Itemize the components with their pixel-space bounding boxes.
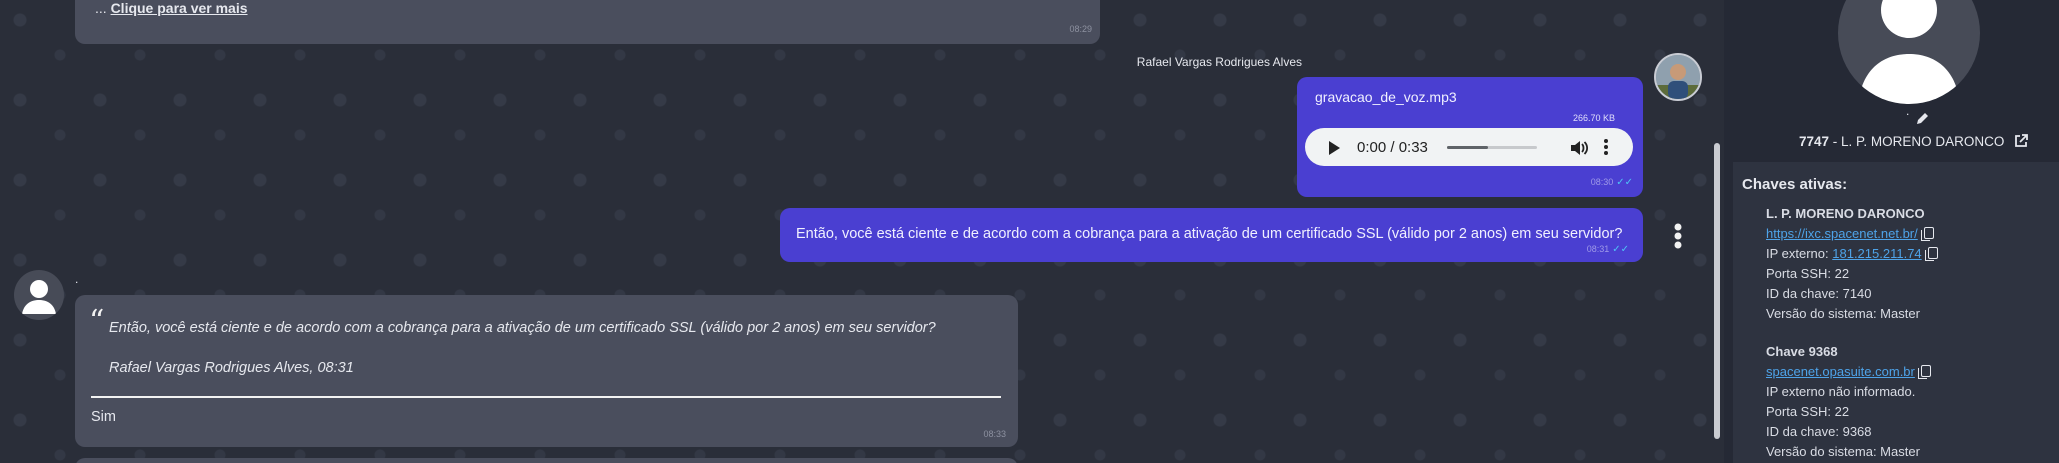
audio-message-bubble: gravacao_de_voz.mp3 266.70 KB 0:00 / 0:3… — [1297, 77, 1643, 197]
copy-icon[interactable] — [1920, 227, 1934, 241]
contact-avatar — [14, 270, 64, 320]
question-timestamp: 08:31 — [1586, 244, 1610, 254]
question-message-bubble: Então, você está ciente e de acordo com … — [780, 208, 1643, 262]
key-ip: IP externo não informado. — [1766, 384, 1916, 399]
audio-time: 0:00 / 0:33 — [1357, 139, 1428, 156]
message-bubble-previous: ... Clique para ver mais 08:29 — [75, 0, 1100, 44]
key-ssh-port: Porta SSH: 22 — [1766, 266, 1850, 281]
sender-name: Rafael Vargas Rodrigues Alves — [1136, 55, 1302, 69]
reply-message-bubble: “ Então, você está ciente e de acordo co… — [75, 295, 1018, 447]
client-separator: - — [1829, 134, 1842, 149]
message-time: 08:29 — [1069, 24, 1092, 34]
quote-icon: “ — [89, 304, 105, 339]
quote-author: Rafael Vargas Rodrigues Alves, 08:31 — [109, 360, 354, 376]
audio-player: 0:00 / 0:33 — [1305, 128, 1633, 166]
key-id: ID da chave: 7140 — [1766, 286, 1872, 301]
contact-sidebar: . 7747 - L. P. MORENO DARONCO Chaves ati… — [1724, 0, 2059, 463]
key-url: spacenet.opasuite.com.br — [1766, 364, 1931, 379]
quote-divider — [91, 396, 1001, 398]
edit-photo-icon[interactable] — [1915, 112, 1929, 126]
key-url-link[interactable]: https://ixc.spacenet.net.br/ — [1766, 226, 1918, 241]
quote-text: Então, você está ciente e de acordo com … — [109, 320, 936, 336]
ip-link[interactable]: 181.215.211.74 — [1832, 246, 1921, 261]
client-id: 7747 — [1799, 134, 1830, 149]
audio-filename: gravacao_de_voz.mp3 — [1315, 89, 1457, 105]
key-ip: IP externo: 181.215.211.74 — [1766, 246, 1938, 261]
copy-icon[interactable] — [1924, 247, 1938, 261]
audio-timestamp: 08:30 — [1590, 177, 1614, 187]
audio-filesize: 266.70 KB — [1572, 113, 1615, 123]
audio-progress-bar[interactable] — [1447, 146, 1537, 149]
key-version: Versão do sistema: Master — [1766, 306, 1920, 321]
message-time: 08:30 ✓✓ — [1591, 177, 1633, 188]
message-time: 08:31 ✓✓ — [1587, 244, 1629, 255]
profile-dot: . — [1906, 104, 1910, 118]
more-options-icon[interactable] — [1604, 138, 1608, 156]
read-check-icon: ✓✓ — [1612, 244, 1629, 255]
key-title: Chave 9368 — [1766, 344, 1838, 359]
scrollbar-thumb[interactable] — [1714, 143, 1720, 439]
message-options-icon[interactable] — [1674, 223, 1682, 249]
client-name: L. P. MORENO DARONCO — [1841, 134, 2005, 149]
reply-text: Sim — [91, 409, 116, 425]
key-ssh-port: Porta SSH: 22 — [1766, 404, 1850, 419]
profile-picture — [1838, 0, 1980, 104]
key-id: ID da chave: 9368 — [1766, 424, 1872, 439]
message-text: ... Clique para ver mais — [95, 0, 248, 16]
reply-sender-name: . — [75, 272, 79, 286]
audio-progress-fill — [1447, 146, 1488, 149]
see-more-link[interactable]: Clique para ver mais — [111, 0, 248, 16]
key-title: L. P. MORENO DARONCO — [1766, 206, 1925, 221]
truncation-prefix: ... — [95, 0, 111, 16]
client-title: 7747 - L. P. MORENO DARONCO — [1799, 134, 2028, 151]
key-url: https://ixc.spacenet.net.br/ — [1766, 226, 1934, 241]
active-keys-panel: Chaves ativas: L. P. MORENO DARONCO http… — [1733, 162, 2059, 463]
key-url-link[interactable]: spacenet.opasuite.com.br — [1766, 364, 1915, 379]
read-check-icon: ✓✓ — [1616, 177, 1633, 188]
message-text: Então, você está ciente e de acordo com … — [796, 226, 1623, 242]
chat-area: ... Clique para ver mais 08:29 Rafael Va… — [0, 0, 1724, 463]
play-icon[interactable] — [1329, 141, 1340, 155]
copy-icon[interactable] — [1917, 365, 1931, 379]
ip-label: IP externo: — [1766, 246, 1833, 261]
keys-title: Chaves ativas: — [1742, 176, 1848, 193]
sender-avatar — [1654, 53, 1702, 101]
message-time: 08:33 — [983, 429, 1006, 439]
key-version: Versão do sistema: Master — [1766, 444, 1920, 459]
volume-icon[interactable] — [1569, 139, 1589, 157]
next-message-bubble — [75, 458, 1018, 463]
open-external-icon[interactable] — [2014, 134, 2028, 151]
